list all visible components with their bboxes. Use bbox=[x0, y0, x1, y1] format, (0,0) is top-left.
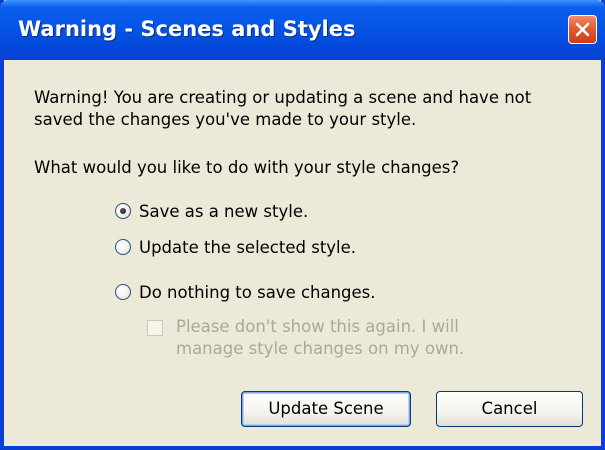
option-label: Update the selected style. bbox=[139, 238, 357, 257]
question-text: What would you like to do with your styl… bbox=[34, 158, 460, 177]
title-bar[interactable]: Warning - Scenes and Styles bbox=[0, 0, 605, 60]
option-do-nothing[interactable]: Do nothing to save changes. bbox=[115, 282, 415, 304]
option-label: Save as a new style. bbox=[139, 202, 309, 221]
cancel-button[interactable]: Cancel bbox=[436, 391, 583, 427]
update-scene-button[interactable]: Update Scene bbox=[241, 391, 411, 427]
dialog-content: Warning! You are creating or updating a … bbox=[4, 60, 601, 446]
warning-message-line-1: Warning! You are creating or updating a … bbox=[34, 88, 532, 107]
dialog-window: Warning - Scenes and Styles Warning! You… bbox=[0, 0, 605, 450]
radio-button[interactable] bbox=[115, 284, 131, 300]
option-update-selected-style[interactable]: Update the selected style. bbox=[115, 237, 405, 259]
dont-show-again-label-line-2: manage style changes on my own. bbox=[176, 339, 465, 358]
option-label: Do nothing to save changes. bbox=[139, 283, 376, 302]
dont-show-again-label-line-1: Please don't show this again. I will bbox=[176, 317, 459, 336]
close-icon bbox=[575, 22, 590, 37]
close-button[interactable] bbox=[568, 15, 597, 44]
radio-button[interactable] bbox=[115, 203, 131, 219]
radio-button[interactable] bbox=[115, 239, 131, 255]
option-save-new-style[interactable]: Save as a new style. bbox=[115, 201, 375, 223]
window-title: Warning - Scenes and Styles bbox=[18, 17, 356, 41]
warning-message-line-2: saved the changes you've made to your st… bbox=[34, 110, 417, 129]
radio-selected-dot bbox=[120, 208, 126, 214]
dont-show-again-checkbox[interactable] bbox=[147, 320, 163, 336]
